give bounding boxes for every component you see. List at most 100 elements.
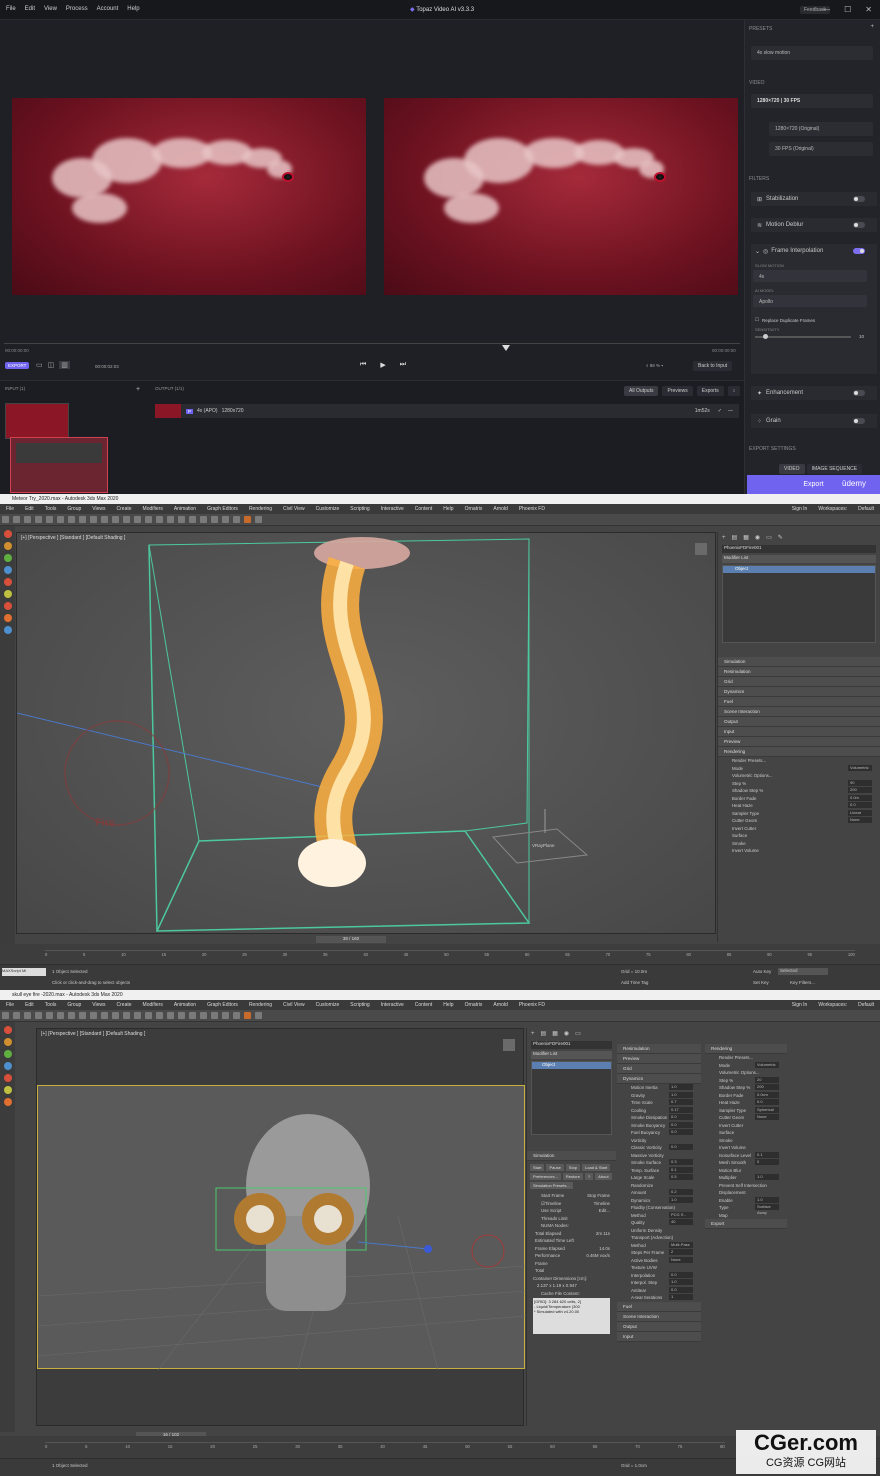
phoenix-helper-icon[interactable] (3, 1050, 12, 1058)
frame-interp-toggle[interactable] (853, 248, 865, 254)
dyn-value[interactable]: 40 (669, 1219, 693, 1225)
select-by-name-icon[interactable] (68, 1012, 75, 1019)
curve-editor-icon[interactable] (189, 516, 196, 523)
rotate-icon[interactable] (101, 516, 108, 523)
m1-value[interactable]: Volumetric (848, 764, 872, 771)
phoenix-force-icon[interactable] (3, 1086, 12, 1094)
dyn-value[interactable]: 1.0 (669, 1091, 693, 1098)
motion-deblur-toggle[interactable] (853, 222, 865, 228)
phoenix-fire-icon[interactable] (3, 530, 12, 538)
menu-phoenix-fd[interactable]: Phoenix FD (519, 506, 545, 512)
grain-row[interactable]: ⁘ Grain (751, 414, 877, 428)
rollout-header[interactable]: Resimulation (617, 1044, 701, 1054)
rend-value[interactable]: Surface Away (755, 1204, 779, 1215)
menu-group[interactable]: Group (67, 1002, 81, 1008)
fps-select[interactable]: 30 FPS (Original) (769, 142, 873, 156)
menu-edit[interactable]: Edit (25, 506, 34, 512)
max1-timeline[interactable]: 0 5 10 15 20 25 30 35 40 45 50 55 60 65 70 75 80 85 90 95 10… (0, 944, 880, 966)
menu-arnold[interactable]: Arnold (493, 506, 507, 512)
phoenix-smoke-icon[interactable] (3, 1098, 12, 1106)
dyn-value[interactable]: 1.0 (669, 1279, 693, 1285)
teapot-icon[interactable] (233, 1012, 240, 1019)
sim-button[interactable]: Start (530, 1164, 545, 1171)
timeline-track[interactable] (4, 343, 740, 344)
render-icon[interactable] (222, 516, 229, 523)
menu-interactive[interactable]: Interactive (381, 1002, 404, 1008)
dyn-value[interactable]: 1 (669, 1294, 693, 1300)
sim-button[interactable]: Load & Start (582, 1164, 611, 1171)
back-to-input-button[interactable]: Back to Input (693, 361, 733, 371)
rollout-header[interactable]: Grid (617, 1064, 701, 1074)
phoenix-liquid-icon[interactable] (3, 1062, 12, 1070)
zoom-select[interactable]: ⌕ 88 % ▾ (646, 363, 663, 368)
menu-civil-view[interactable]: Civil View (283, 506, 305, 512)
menu-account[interactable]: Account (97, 6, 119, 12)
mirror-icon[interactable] (156, 1012, 163, 1019)
floating-thumbnail[interactable] (10, 437, 108, 493)
phoenix-icon[interactable] (244, 1012, 251, 1019)
phoenix-smoke-icon[interactable] (3, 614, 12, 622)
phoenix-icon[interactable] (244, 516, 251, 523)
create-tab-icon[interactable]: + (531, 1031, 535, 1037)
curve-editor-icon[interactable] (189, 1012, 196, 1019)
menu-graph-editors[interactable]: Graph Editors (207, 1002, 238, 1008)
menu-views[interactable]: Views (92, 1002, 105, 1008)
object-name-field[interactable]: PhoenixFDFire001 (531, 1041, 612, 1049)
dyn-value[interactable]: 0.2 (669, 1189, 693, 1195)
close-icon[interactable]: ✕ (865, 5, 872, 14)
rollout-preview[interactable]: Preview (718, 737, 880, 747)
align-icon[interactable] (167, 516, 174, 523)
next-frame-icon[interactable]: ⏭ (400, 361, 406, 369)
dyn-value[interactable]: Multi-Pass (669, 1241, 693, 1248)
max1-perspective-viewport[interactable]: [+] [Perspective ] [Standard ] [Default … (16, 532, 716, 934)
menu-help[interactable]: Help (443, 1002, 453, 1008)
key-filters-button[interactable]: Key Filters... (790, 980, 815, 985)
modify-tab-icon[interactable]: ▤ (732, 534, 738, 541)
rend-value[interactable]: 0.1 (755, 1151, 779, 1158)
menu-graph-editors[interactable]: Graph Editors (207, 506, 238, 512)
viewcube-icon[interactable] (503, 1039, 515, 1051)
menu-rendering[interactable]: Rendering (249, 1002, 272, 1008)
move-icon[interactable] (90, 1012, 97, 1019)
menu-create[interactable]: Create (117, 1002, 132, 1008)
rend-value[interactable]: 200 (755, 1084, 779, 1090)
maximize-icon[interactable]: ☐ (844, 5, 851, 14)
menu-phoenix-fd[interactable]: Phoenix FD (519, 1002, 545, 1008)
rollout-header[interactable]: Scene Interaction (617, 1311, 701, 1322)
menu-help[interactable]: Help (127, 6, 139, 12)
menu-ornatrix[interactable]: Ornatrix (465, 1002, 483, 1008)
mirror-icon[interactable] (156, 516, 163, 523)
angle-snap-icon[interactable] (134, 1012, 141, 1019)
m1-value[interactable]: 0.0 (848, 802, 872, 808)
use-script-check[interactable]: Use Script (541, 1207, 561, 1215)
viewcube-icon[interactable] (695, 543, 707, 555)
undo-icon[interactable] (2, 1012, 9, 1019)
rollout-header[interactable]: Fuel (617, 1301, 701, 1312)
layer-icon[interactable] (178, 1012, 185, 1019)
menu-customize[interactable]: Customize (316, 506, 340, 512)
menu-edit[interactable]: Edit (25, 6, 35, 12)
dyn-value[interactable]: 0.7 (669, 1099, 693, 1105)
menu-rendering[interactable]: Rendering (249, 506, 272, 512)
link-icon[interactable] (24, 1012, 31, 1019)
stabilization-row[interactable]: ⊞ Stabilization (751, 192, 877, 206)
menu-edit[interactable]: Edit (25, 1002, 34, 1008)
prev-frame-icon[interactable]: ⏮ (360, 361, 366, 369)
dyn-value[interactable]: 0.0 (669, 1271, 693, 1278)
remove-icon[interactable]: — (728, 408, 733, 414)
sort-icon[interactable]: ↕ (727, 386, 741, 396)
menu-animation[interactable]: Animation (174, 506, 196, 512)
menu-tools[interactable]: Tools (45, 506, 57, 512)
menu-interactive[interactable]: Interactive (381, 506, 404, 512)
auto-key-button[interactable]: Auto Key (753, 969, 771, 974)
menu-ornatrix[interactable]: Ornatrix (465, 506, 483, 512)
bind-icon[interactable] (46, 1012, 53, 1019)
hierarchy-tab-icon[interactable]: ▦ (552, 1030, 558, 1037)
dyn-value[interactable]: 0.0 (669, 1129, 693, 1135)
unlink-icon[interactable] (35, 516, 42, 523)
rollout-dynamics[interactable]: Dynamics (718, 687, 880, 697)
rollout-fuel[interactable]: Fuel (718, 697, 880, 707)
snap-icon[interactable] (123, 516, 130, 523)
phoenix-force-icon[interactable] (3, 590, 12, 598)
m1-value[interactable]: None (848, 817, 872, 823)
